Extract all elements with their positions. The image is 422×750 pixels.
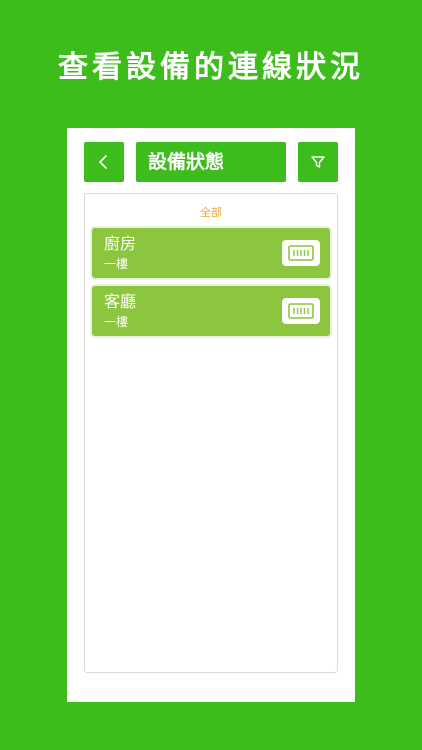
phone-screen: 設備狀態 全部 廚房 一樓 客廳 一樓 — [67, 128, 355, 702]
device-name: 廚房 — [104, 234, 137, 253]
device-name: 客廳 — [104, 292, 137, 311]
device-floor: 一樓 — [104, 315, 129, 329]
device-floor: 一樓 — [104, 257, 129, 271]
device-item-kitchen[interactable]: 廚房 一樓 — [92, 228, 330, 278]
top-bar: 設備狀態 — [84, 142, 338, 182]
back-button[interactable] — [84, 142, 124, 182]
filter-icon — [311, 156, 325, 168]
filter-button[interactable] — [298, 142, 338, 182]
promo-headline: 查看設備的連線狀況 — [58, 50, 364, 85]
device-item-living-room[interactable]: 客廳 一樓 — [92, 286, 330, 336]
group-label-all[interactable]: 全部 — [85, 204, 337, 220]
device-module-icon — [282, 240, 320, 266]
chevron-left-icon — [99, 155, 107, 169]
device-list: 全部 廚房 一樓 客廳 一樓 — [84, 193, 338, 673]
device-module-icon — [282, 298, 320, 324]
page-title: 設備狀態 — [136, 142, 286, 182]
